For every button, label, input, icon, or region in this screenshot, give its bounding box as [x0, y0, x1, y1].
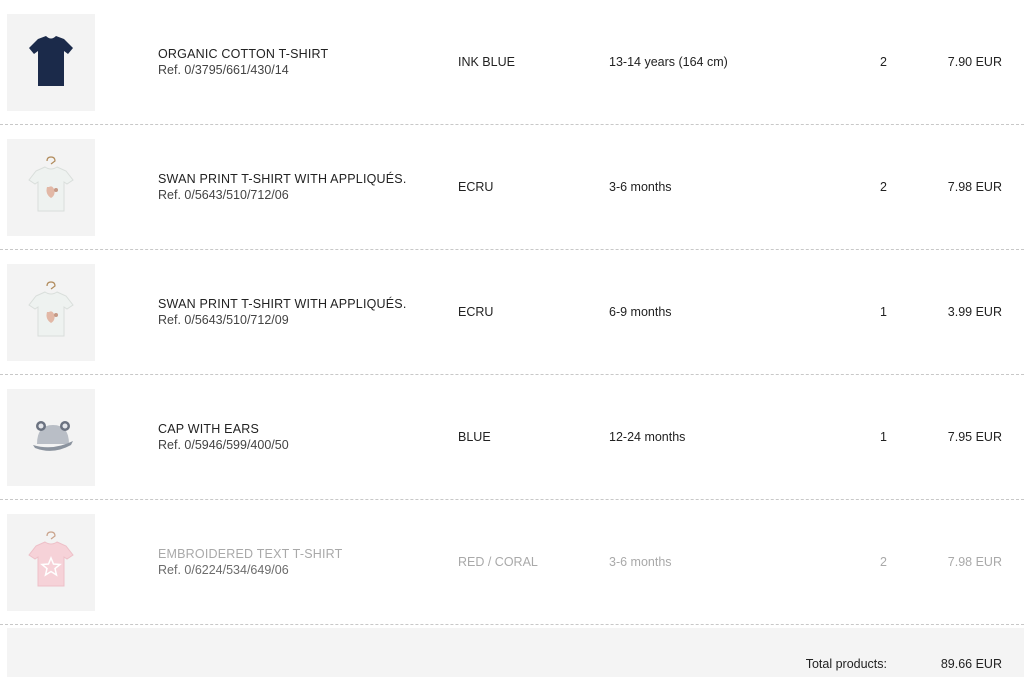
product-name[interactable]: CAP WITH EARS: [158, 421, 259, 437]
product-name[interactable]: SWAN PRINT T-SHIRT WITH APPLIQUÉS.: [158, 171, 407, 187]
total-products-label: Total products:: [805, 657, 887, 671]
product-size: 6-9 months: [609, 305, 672, 319]
product-thumbnail[interactable]: [7, 514, 95, 611]
product-reference: Ref. 0/5643/510/712/06: [158, 188, 289, 202]
product-price: 7.98 EUR: [947, 180, 1002, 194]
product-size: 3-6 months: [609, 555, 672, 569]
product-color: INK BLUE: [458, 55, 515, 69]
swan-tshirt-icon: [28, 156, 74, 212]
product-size: 12-24 months: [609, 430, 686, 444]
product-size: 13-14 years (164 cm): [609, 55, 728, 69]
swan-tshirt-icon: [28, 281, 74, 337]
cap-icon: [33, 421, 73, 451]
product-name[interactable]: ORGANIC COTTON T-SHIRT: [158, 46, 328, 62]
total-products-value: 89.66 EUR: [940, 657, 1002, 671]
navy-tshirt-icon: [29, 36, 73, 86]
product-price: 7.90 EUR: [947, 55, 1002, 69]
product-quantity: 1: [880, 305, 887, 319]
pink-star-tshirt-icon: [28, 531, 74, 587]
product-reference: Ref. 0/3795/661/430/14: [158, 63, 289, 77]
product-size: 3-6 months: [609, 180, 672, 194]
product-color: ECRU: [458, 180, 494, 194]
order-total-bar: Total products: 89.66 EUR: [7, 628, 1024, 677]
product-price: 7.95 EUR: [947, 430, 1002, 444]
product-reference: Ref. 0/5643/510/712/09: [158, 313, 289, 327]
order-summary: ORGANIC COTTON T-SHIRT Ref. 0/3795/661/4…: [0, 0, 1024, 677]
product-price: 7.98 EUR: [947, 555, 1002, 569]
product-quantity: 2: [880, 55, 887, 69]
product-quantity: 2: [880, 180, 887, 194]
product-color: RED / CORAL: [458, 555, 538, 569]
order-item-row: SWAN PRINT T-SHIRT WITH APPLIQUÉS. Ref. …: [0, 125, 1024, 250]
product-quantity: 2: [880, 555, 887, 569]
order-item-row: EMBROIDERED TEXT T-SHIRT Ref. 0/6224/534…: [0, 500, 1024, 625]
product-color: BLUE: [458, 430, 491, 444]
product-name[interactable]: SWAN PRINT T-SHIRT WITH APPLIQUÉS.: [158, 296, 407, 312]
order-item-row: CAP WITH EARS Ref. 0/5946/599/400/50 BLU…: [0, 375, 1024, 500]
product-reference: Ref. 0/6224/534/649/06: [158, 563, 289, 577]
product-reference: Ref. 0/5946/599/400/50: [158, 438, 289, 452]
order-item-row: SWAN PRINT T-SHIRT WITH APPLIQUÉS. Ref. …: [0, 250, 1024, 375]
product-thumbnail[interactable]: [7, 139, 95, 236]
product-thumbnail[interactable]: [7, 264, 95, 361]
product-name[interactable]: EMBROIDERED TEXT T-SHIRT: [158, 546, 342, 562]
product-thumbnail[interactable]: [7, 389, 95, 486]
order-item-row: ORGANIC COTTON T-SHIRT Ref. 0/3795/661/4…: [0, 0, 1024, 125]
product-quantity: 1: [880, 430, 887, 444]
product-color: ECRU: [458, 305, 494, 319]
product-thumbnail[interactable]: [7, 14, 95, 111]
product-price: 3.99 EUR: [947, 305, 1002, 319]
